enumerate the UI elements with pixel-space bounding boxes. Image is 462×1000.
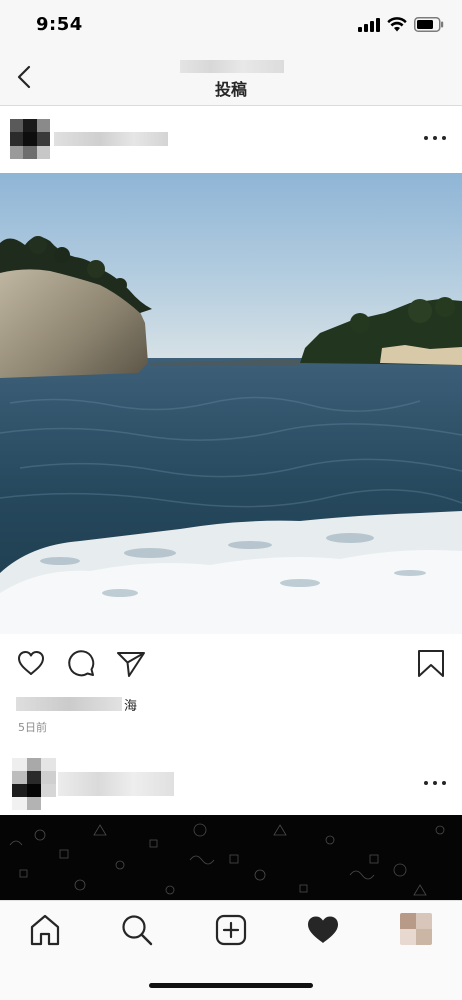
next-post-avatar[interactable] bbox=[12, 758, 56, 810]
avatar[interactable] bbox=[10, 119, 50, 159]
status-icons bbox=[358, 17, 444, 32]
post-header bbox=[0, 107, 462, 173]
home-indicator bbox=[149, 983, 313, 988]
next-post-more-options-icon[interactable] bbox=[424, 779, 446, 787]
dark-pattern-photo bbox=[9, 823, 445, 896]
page-title: 投稿 bbox=[214, 80, 247, 99]
location-label: 海 bbox=[124, 698, 138, 714]
next-post-username-redacted[interactable] bbox=[58, 772, 174, 796]
status-time: 9:54 bbox=[36, 14, 83, 35]
post-timestamp: 5日前 bbox=[18, 721, 47, 734]
paper-plane-icon[interactable] bbox=[116, 648, 146, 678]
post-actions bbox=[0, 634, 462, 692]
bottom-tab-bar bbox=[0, 900, 462, 1000]
location-row[interactable]: 海 bbox=[16, 694, 137, 714]
next-post-image[interactable] bbox=[0, 815, 462, 900]
post-image[interactable] bbox=[0, 173, 462, 634]
more-options-icon[interactable] bbox=[424, 134, 446, 142]
status-bar: 9:54 bbox=[0, 0, 462, 48]
heart-outline-icon[interactable] bbox=[16, 648, 46, 678]
bookmark-icon[interactable] bbox=[416, 648, 446, 678]
comment-icon[interactable] bbox=[66, 648, 96, 678]
nav-header: 投稿 bbox=[0, 48, 462, 106]
location-redacted bbox=[16, 697, 122, 711]
heart-filled-icon[interactable] bbox=[306, 913, 340, 947]
next-post-header bbox=[0, 755, 462, 815]
add-square-icon[interactable] bbox=[214, 913, 248, 947]
search-icon[interactable] bbox=[120, 913, 154, 947]
cellular-signal-icon bbox=[358, 17, 380, 32]
profile-avatar-tab[interactable] bbox=[400, 913, 432, 945]
battery-icon bbox=[414, 17, 444, 32]
home-icon[interactable] bbox=[28, 913, 62, 947]
seascape-photo bbox=[0, 173, 462, 634]
username-redacted[interactable] bbox=[54, 132, 168, 146]
header-username-redacted bbox=[180, 60, 284, 73]
wifi-icon bbox=[387, 17, 407, 32]
